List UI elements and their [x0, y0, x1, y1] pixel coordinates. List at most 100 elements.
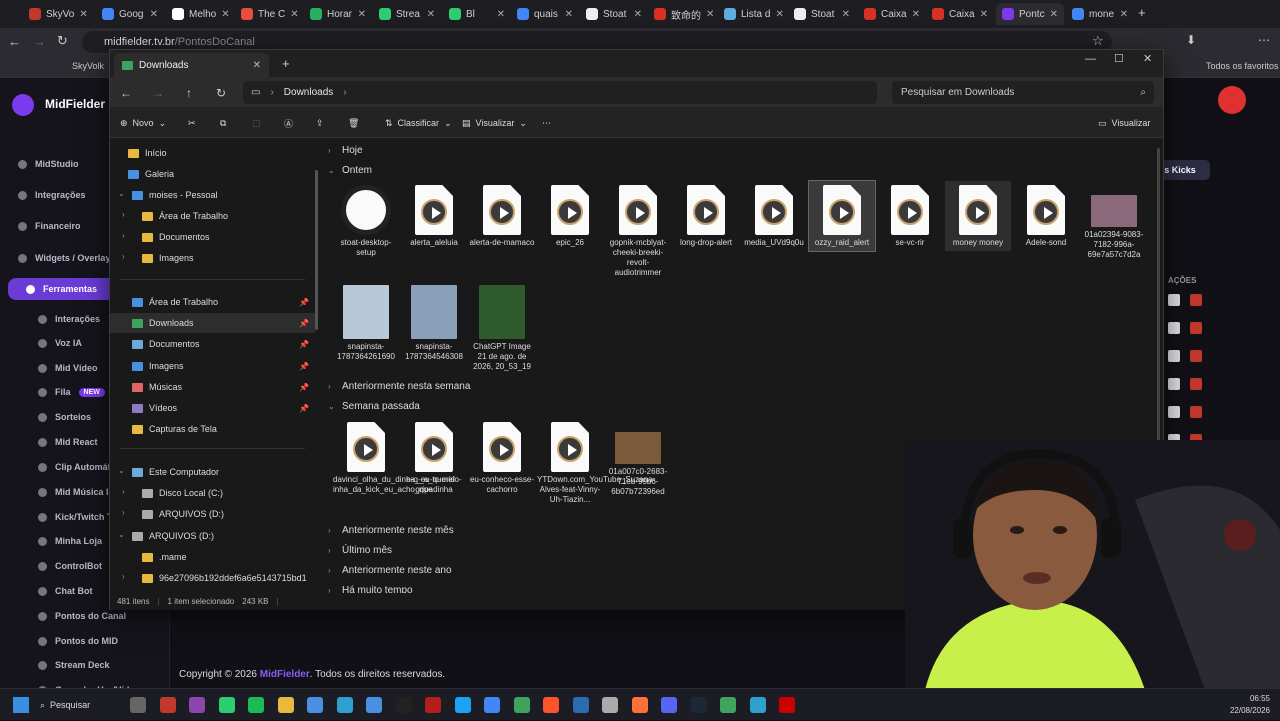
group-header[interactable]: › Há muito tempo: [328, 582, 413, 594]
taskbar-app-icon[interactable]: [631, 697, 648, 713]
file-item[interactable]: gopnik-mcblyat-cheeki-breeki-revolt-audi…: [605, 181, 671, 281]
nav-item[interactable]: Imagens: [110, 248, 315, 268]
chevron-right-icon[interactable]: ›: [122, 572, 125, 581]
file-item[interactable]: snapinsta-1787364261690: [333, 283, 399, 365]
taskbar-app-icon[interactable]: [720, 697, 736, 713]
browser-tab[interactable]: Strea ✕: [373, 3, 441, 25]
browser-tab[interactable]: quais ✕: [511, 3, 579, 25]
nav-item[interactable]: Músicas 📌: [110, 377, 315, 397]
clock[interactable]: 06:55 22/08/2026: [1230, 693, 1270, 717]
taskbar-search[interactable]: ⌕ Pesquisar: [40, 694, 110, 716]
taskbar-app-icon[interactable]: [366, 697, 382, 713]
file-item[interactable]: eu-conheco-esse-cachorro: [469, 418, 535, 498]
file-item[interactable]: alerta-de-mamaco: [469, 181, 535, 251]
nav-item[interactable]: ARQUIVOS (D:): [110, 526, 315, 546]
file-item[interactable]: money money: [945, 181, 1011, 251]
delete-icon[interactable]: [1190, 378, 1202, 390]
nav-item[interactable]: Área de Trabalho: [110, 206, 315, 226]
minimize-icon[interactable]: —: [1085, 53, 1096, 65]
chevron-right-icon[interactable]: ›: [122, 508, 125, 517]
footer-brand[interactable]: MidFielder: [260, 669, 310, 680]
close-window-icon[interactable]: ✕: [1143, 52, 1152, 65]
preview-button[interactable]: ▭ Visualizar: [1098, 114, 1150, 132]
taskbar-app-icon[interactable]: [661, 697, 677, 713]
nav-item[interactable]: Vídeos 📌: [110, 398, 315, 418]
file-item[interactable]: 01a02394-9083-7182-996a-69e7a57c7d2a: [1081, 181, 1147, 263]
close-tab-icon[interactable]: ✕: [842, 9, 850, 20]
close-tab-icon[interactable]: ✕: [358, 9, 366, 20]
browser-tab[interactable]: Caixa ✕: [858, 3, 926, 25]
browser-tab[interactable]: 致命的 ✕: [648, 3, 716, 25]
group-header[interactable]: › Anteriormente neste ano: [328, 562, 452, 578]
taskbar-app-icon[interactable]: [189, 697, 205, 713]
nav-item[interactable]: Início: [110, 143, 315, 163]
maximize-icon[interactable]: ☐: [1114, 52, 1124, 65]
more-icon[interactable]: ⋯: [542, 114, 551, 132]
refresh-icon[interactable]: ↻: [211, 83, 231, 103]
edit-icon[interactable]: [1168, 378, 1180, 390]
group-header[interactable]: ⌄ Ontem: [328, 162, 372, 178]
browser-tab[interactable]: Stoat ✕: [788, 3, 856, 25]
taskbar-app-icon[interactable]: [749, 697, 766, 713]
file-item[interactable]: Adele-sond: [1013, 181, 1079, 251]
file-item[interactable]: stoat-desktop-setup: [333, 181, 399, 261]
edit-icon[interactable]: [1168, 322, 1180, 334]
new-tab-icon[interactable]: +: [282, 56, 290, 71]
sort-button[interactable]: ⇅ Classificar ⌄: [385, 114, 452, 132]
browser-tab[interactable]: SkyVo ✕: [23, 3, 91, 25]
browser-tab[interactable]: Goog ✕: [96, 3, 164, 25]
browser-tab[interactable]: The C ✕: [235, 3, 303, 25]
back-icon[interactable]: ←: [116, 83, 136, 103]
forward-icon[interactable]: →: [33, 34, 46, 49]
browser-tab[interactable]: Melho ✕: [166, 3, 234, 25]
nav-item[interactable]: Documentos: [110, 227, 315, 247]
windows-start-icon[interactable]: [13, 697, 29, 713]
close-tab-icon[interactable]: ✕: [565, 9, 573, 20]
file-item[interactable]: e-q-eu-to-meio-gripadinha: [401, 418, 467, 498]
close-tab-icon[interactable]: ✕: [253, 60, 261, 71]
close-tab-icon[interactable]: ✕: [150, 9, 158, 20]
taskbar-app-icon[interactable]: [248, 697, 264, 713]
explorer-tab[interactable]: Downloads ✕: [114, 53, 269, 77]
chevron-right-icon[interactable]: ›: [122, 210, 125, 219]
file-item[interactable]: media_UVd9q0u: [741, 181, 807, 251]
bookmark-skyvolk[interactable]: SkyVolk: [72, 61, 104, 71]
close-tab-icon[interactable]: ✕: [980, 9, 988, 20]
star-icon[interactable]: ☆: [1092, 33, 1104, 49]
search-input[interactable]: Pesquisar em Downloads ⌕: [892, 81, 1154, 104]
delete-icon[interactable]: [1190, 406, 1202, 418]
chevron-down-icon[interactable]: ⌄: [118, 189, 125, 198]
delete-icon[interactable]: [1190, 294, 1202, 306]
file-item[interactable]: se-vc-rir: [877, 181, 943, 251]
browser-tab[interactable]: mone ✕: [1066, 3, 1134, 25]
forward-icon[interactable]: →: [148, 83, 168, 103]
chevron-right-icon[interactable]: ›: [122, 252, 125, 261]
chevron-right-icon[interactable]: ›: [122, 231, 125, 240]
group-header[interactable]: › Anteriormente neste mês: [328, 522, 454, 538]
up-icon[interactable]: ↑: [179, 83, 199, 103]
back-icon[interactable]: ←: [8, 34, 21, 49]
file-item[interactable]: YTDown.com_YouTube_Suzana-Alves-feat-Vin…: [537, 418, 655, 508]
paste-icon[interactable]: ▢: [252, 114, 261, 132]
new-tab-icon[interactable]: +: [1138, 5, 1146, 20]
delete-icon[interactable]: [1190, 350, 1202, 362]
file-item[interactable]: alerta_aleluia: [401, 181, 467, 251]
copy-icon[interactable]: ⧉: [220, 114, 226, 132]
taskbar-app-icon[interactable]: [218, 697, 235, 713]
close-tab-icon[interactable]: ✕: [290, 9, 298, 20]
nav-item[interactable]: 96e27096b192ddef6a6e5143715bd1: [110, 568, 315, 588]
site-sidebar-item[interactable]: Stream Deck: [0, 654, 170, 676]
nav-item[interactable]: moises - Pessoal: [110, 185, 315, 205]
taskbar-app-icon[interactable]: [425, 697, 441, 713]
taskbar-app-icon[interactable]: [395, 697, 412, 713]
taskbar-app-icon[interactable]: [779, 697, 795, 713]
group-header[interactable]: ⌄ Semana passada: [328, 398, 420, 414]
taskbar-app-icon[interactable]: [543, 697, 559, 713]
file-item[interactable]: 01a007c0-2683-71eb-99b6-6b07b72396ed: [605, 418, 671, 500]
taskbar-app-icon[interactable]: [454, 697, 471, 713]
nav-item[interactable]: Galeria: [110, 164, 315, 184]
group-header[interactable]: › Anteriormente nesta semana: [328, 378, 470, 394]
delete-icon[interactable]: [1190, 322, 1202, 334]
file-item[interactable]: ozzy_raid_alert: [808, 180, 876, 252]
bookmarks-all[interactable]: Todos os favoritos: [1206, 61, 1279, 71]
